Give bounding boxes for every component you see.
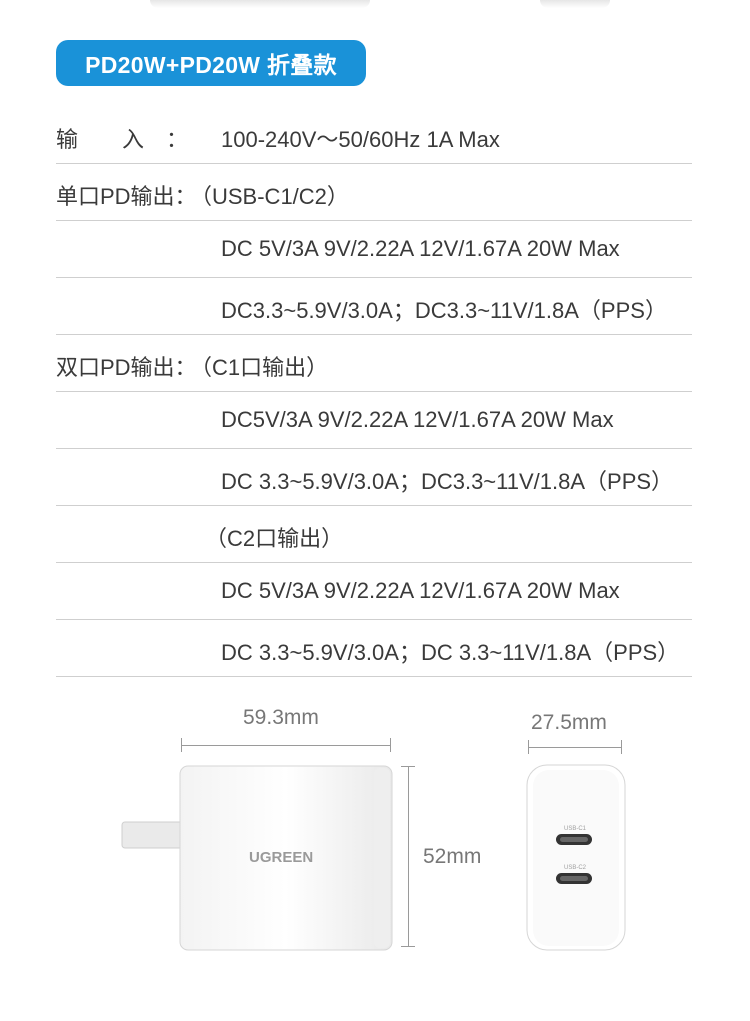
spec-row-dual-c1-1: DC5V/3A 9V/2.22A 12V/1.67A 20W Max — [56, 391, 692, 449]
single-output-line1: DC 5V/3A 9V/2.22A 12V/1.67A 20W Max — [221, 236, 620, 261]
brand-logo: UGREEN — [249, 849, 313, 866]
product-shadow-left — [150, 0, 370, 8]
depth-dimension-label: 27.5mm — [531, 711, 607, 734]
depth-dimension-tick-left — [528, 740, 529, 754]
port1-label: USB-C1 — [564, 826, 587, 832]
single-output-label: 单口PD输出： — [56, 184, 197, 209]
dual-c2-line2: DC 3.3~5.9V/3.0A；DC 3.3~11V/1.8A（PPS） — [221, 640, 680, 665]
plug-prong — [121, 821, 185, 849]
dual-output-c2: （C2口输出） — [205, 526, 344, 551]
product-shadow-right — [540, 0, 610, 8]
width-dimension-label: 59.3mm — [243, 706, 319, 729]
depth-dimension-line — [528, 747, 622, 748]
spec-row-dual: 双口PD输出： （C1口输出） — [56, 334, 692, 392]
model-badge: PD20W+PD20W 折叠款 — [56, 40, 366, 86]
height-dimension-line — [408, 766, 409, 947]
spec-row-dual-c2-2: DC 3.3~5.9V/3.0A；DC 3.3~11V/1.8A（PPS） — [56, 619, 692, 677]
spec-row-dual-c2: （C2口输出） — [56, 505, 692, 563]
input-value: 100-240V～50/60Hz 1A Max — [221, 127, 500, 152]
charger-side-view: UGREEN — [121, 765, 393, 951]
input-label: 输 入 ： — [56, 127, 189, 152]
single-output-ports: （USB-C1/C2） — [190, 184, 349, 209]
single-output-line2: DC3.3~5.9V/3.0A；DC3.3~11V/1.8A（PPS） — [221, 298, 667, 323]
charger-front-face — [533, 770, 619, 946]
dual-output-label: 双口PD输出： — [56, 355, 197, 380]
width-dimension-tick-right — [390, 738, 391, 752]
spec-row-single-1: DC 5V/3A 9V/2.22A 12V/1.67A 20W Max — [56, 220, 692, 278]
dual-c1-line1: DC5V/3A 9V/2.22A 12V/1.67A 20W Max — [221, 407, 614, 432]
spec-row-dual-c2-1: DC 5V/3A 9V/2.22A 12V/1.67A 20W Max — [56, 562, 692, 620]
usb-c2-port-inner — [560, 876, 588, 881]
spec-row-single-2: DC3.3~5.9V/3.0A；DC3.3~11V/1.8A（PPS） — [56, 277, 692, 335]
height-dimension-label: 52mm — [423, 845, 482, 868]
charger-edge — [374, 768, 390, 948]
spec-row-input: 输 入 ： 100-240V～50/60Hz 1A Max — [56, 106, 692, 164]
spec-row-dual-c1-2: DC 3.3~5.9V/3.0A；DC3.3~11V/1.8A（PPS） — [56, 448, 692, 506]
spec-row-single: 单口PD输出： （USB-C1/C2） — [56, 163, 692, 221]
dual-c1-line2: DC 3.3~5.9V/3.0A；DC3.3~11V/1.8A（PPS） — [221, 469, 674, 494]
dual-c2-line1: DC 5V/3A 9V/2.22A 12V/1.67A 20W Max — [221, 578, 620, 603]
charger-front-view: USB-C1 USB-C2 — [526, 764, 626, 951]
depth-dimension-tick-right — [621, 740, 622, 754]
port2-label: USB-C2 — [564, 865, 587, 871]
usb-c1-port-inner — [560, 837, 588, 842]
width-dimension-line — [181, 745, 391, 746]
width-dimension-tick-left — [181, 738, 182, 752]
dual-output-c1: （C1口输出） — [190, 355, 329, 380]
